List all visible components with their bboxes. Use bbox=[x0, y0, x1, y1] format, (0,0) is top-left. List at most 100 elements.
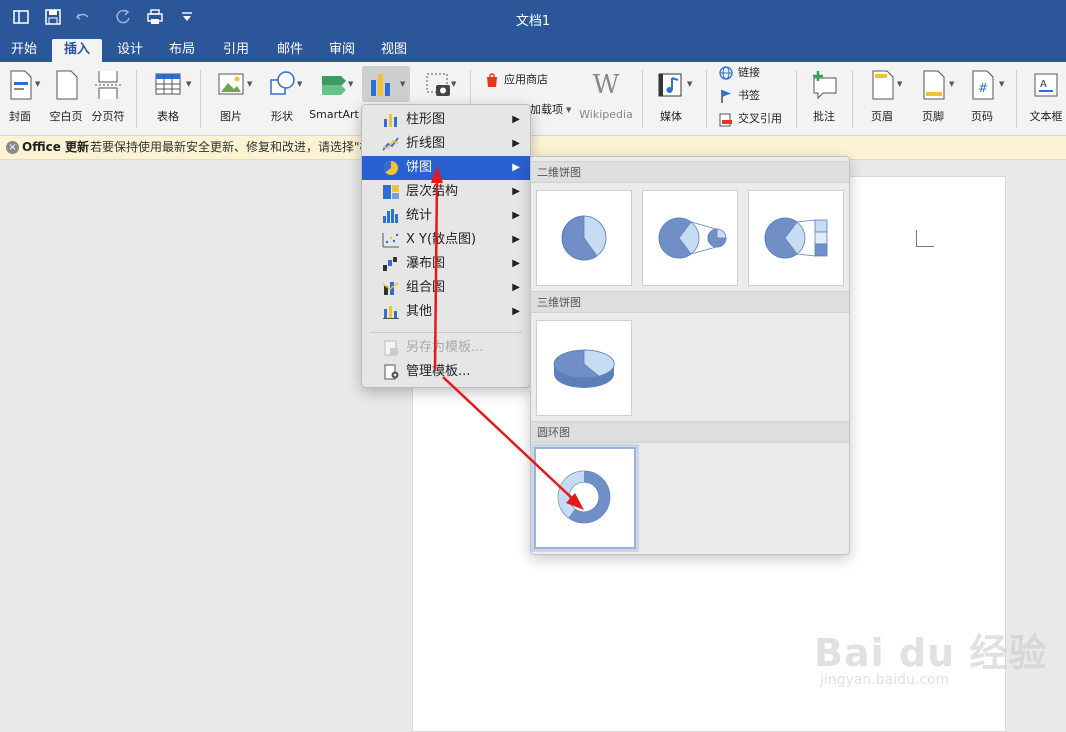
shape-button[interactable]: 形状 bbox=[262, 66, 302, 132]
media-button[interactable]: 媒体 bbox=[650, 66, 692, 132]
pie-2d-icon bbox=[561, 215, 607, 261]
menu-item-label: 其他 bbox=[406, 304, 433, 319]
scatter-chart-icon bbox=[382, 233, 399, 248]
watermark-url: jingyan.baidu.com bbox=[820, 672, 950, 688]
tab-layout[interactable]: 布局 bbox=[160, 39, 204, 62]
cover-label: 封面 bbox=[9, 110, 31, 123]
tab-view[interactable]: 视图 bbox=[372, 39, 416, 62]
smartart-icon bbox=[322, 76, 346, 95]
menu-item-other-chart[interactable]: 其他 ▶ bbox=[362, 300, 530, 324]
chevron-down-icon[interactable]: ▼ bbox=[400, 80, 405, 88]
chevron-down-icon[interactable]: ▼ bbox=[247, 80, 252, 88]
menu-item-hierarchy-chart[interactable]: 层次结构 ▶ bbox=[362, 180, 530, 204]
picture-button[interactable]: 图片 bbox=[210, 66, 252, 132]
bar-of-pie-thumbnail[interactable] bbox=[748, 190, 844, 286]
wikipedia-button[interactable]: W Wikipedia bbox=[578, 66, 634, 132]
link-button[interactable]: 链接 bbox=[718, 63, 760, 83]
submenu-arrow-icon: ▶ bbox=[512, 234, 520, 245]
page-break-icon bbox=[95, 71, 121, 99]
tab-insert[interactable]: 插入 bbox=[52, 39, 102, 62]
menu-item-pie-chart[interactable]: 饼图 ▶ bbox=[362, 156, 530, 180]
chevron-down-icon[interactable]: ▼ bbox=[348, 80, 353, 88]
watermark-brand: Bai du 经验 bbox=[814, 631, 1048, 675]
pie-3d-thumbnail[interactable] bbox=[536, 320, 632, 416]
screenshot-icon bbox=[426, 73, 450, 96]
tab-review[interactable]: 审阅 bbox=[320, 39, 364, 62]
menu-item-combo-chart[interactable]: 组合图 ▶ bbox=[362, 276, 530, 300]
header-label: 页眉 bbox=[871, 110, 893, 123]
submenu-arrow-icon: ▶ bbox=[512, 162, 520, 173]
chevron-down-icon[interactable]: ▼ bbox=[35, 80, 40, 88]
svg-text:A: A bbox=[1040, 79, 1047, 90]
ribbon-divider bbox=[706, 70, 707, 128]
chart-button[interactable]: ▼ bbox=[362, 66, 410, 102]
ribbon: 封面 ▼ 空白页 分页符 表格 ▼ 图片 ▼ 形状 ▼ SmartArt ▼ ▼… bbox=[0, 62, 1066, 136]
table-button[interactable]: 表格 bbox=[146, 66, 190, 132]
addins-button[interactable]: 加载项 bbox=[530, 100, 563, 120]
chevron-down-icon[interactable]: ▼ bbox=[186, 80, 191, 88]
doughnut-thumbnail[interactable] bbox=[534, 447, 636, 549]
ribbon-divider bbox=[136, 70, 137, 128]
shape-label: 形状 bbox=[271, 110, 293, 123]
footer-button[interactable]: 页脚 bbox=[912, 66, 954, 132]
menu-item-manage-templates[interactable]: 管理模板... bbox=[362, 360, 530, 384]
chevron-down-icon[interactable]: ▼ bbox=[687, 80, 692, 88]
wikipedia-label: Wikipedia bbox=[579, 108, 633, 121]
window-title: 文档1 bbox=[515, 14, 551, 29]
link-label: 链接 bbox=[738, 66, 760, 79]
menu-item-label: 层次结构 bbox=[406, 184, 459, 199]
submenu-arrow-icon: ▶ bbox=[512, 282, 520, 293]
tab-mailings[interactable]: 邮件 bbox=[268, 39, 312, 62]
app-store-button[interactable]: 应用商店 bbox=[484, 70, 548, 90]
cross-reference-button[interactable]: 交叉引用 bbox=[718, 109, 782, 129]
cover-button[interactable]: 封面 bbox=[2, 66, 38, 132]
smartart-button[interactable]: SmartArt bbox=[308, 66, 360, 132]
menu-item-line-chart[interactable]: 折线图 ▶ bbox=[362, 132, 530, 156]
submenu-arrow-icon: ▶ bbox=[512, 306, 520, 317]
svg-text:#: # bbox=[978, 81, 988, 95]
comment-button[interactable]: 批注 bbox=[804, 66, 844, 132]
tab-references[interactable]: 引用 bbox=[214, 39, 258, 62]
page-break-button[interactable]: 分页符 bbox=[88, 66, 128, 132]
bookmark-button[interactable]: 书签 bbox=[718, 86, 760, 106]
statistic-chart-icon bbox=[383, 209, 398, 223]
line-chart-icon bbox=[382, 137, 399, 151]
footer-label: 页脚 bbox=[922, 110, 944, 123]
header-button[interactable]: 页眉 bbox=[862, 66, 902, 132]
chevron-down-icon[interactable]: ▼ bbox=[297, 80, 302, 88]
gallery-section-doughnut: 圆环图 bbox=[531, 421, 849, 443]
combo-chart-icon bbox=[382, 282, 399, 295]
blank-page-button[interactable]: 空白页 bbox=[46, 66, 86, 132]
wikipedia-icon: W bbox=[592, 70, 620, 100]
page-break-label: 分页符 bbox=[91, 110, 125, 123]
blank-page-label: 空白页 bbox=[49, 110, 83, 123]
save-template-icon bbox=[384, 340, 398, 356]
menu-item-scatter-chart[interactable]: X Y(散点图) ▶ bbox=[362, 228, 530, 252]
pie-of-pie-thumbnail[interactable] bbox=[642, 190, 738, 286]
picture-icon bbox=[218, 73, 244, 95]
ribbon-tabs: 开始 插入 设计 布局 引用 邮件 审阅 视图 bbox=[0, 36, 1066, 62]
chevron-down-icon[interactable]: ▼ bbox=[451, 80, 456, 88]
ribbon-divider bbox=[1016, 70, 1017, 128]
chevron-down-icon[interactable]: ▼ bbox=[566, 106, 571, 114]
chevron-down-icon[interactable]: ▼ bbox=[897, 80, 902, 88]
menu-item-label: 饼图 bbox=[406, 160, 433, 175]
other-chart-icon bbox=[383, 306, 399, 319]
tab-design[interactable]: 设计 bbox=[108, 39, 152, 62]
chevron-down-icon[interactable]: ▼ bbox=[999, 80, 1004, 88]
close-icon[interactable]: × bbox=[6, 141, 19, 154]
comment-label: 批注 bbox=[813, 110, 835, 123]
textbox-button[interactable]: A 文本框 bbox=[1026, 66, 1066, 132]
menu-item-column-chart[interactable]: 柱形图 ▶ bbox=[362, 108, 530, 132]
tab-home[interactable]: 开始 bbox=[2, 39, 46, 62]
pie-2d-thumbnail[interactable] bbox=[536, 190, 632, 286]
margin-corner-mark bbox=[916, 230, 934, 247]
bookmark-label: 书签 bbox=[738, 89, 760, 102]
menu-item-label: 组合图 bbox=[406, 280, 446, 295]
page-number-button[interactable]: # 页码 bbox=[962, 66, 1002, 132]
chevron-down-icon[interactable]: ▼ bbox=[949, 80, 954, 88]
menu-item-waterfall-chart[interactable]: 瀑布图 ▶ bbox=[362, 252, 530, 276]
menu-item-statistic-chart[interactable]: 统计 ▶ bbox=[362, 204, 530, 228]
textbox-icon: A bbox=[1034, 73, 1058, 97]
new-comment-icon bbox=[813, 71, 837, 100]
